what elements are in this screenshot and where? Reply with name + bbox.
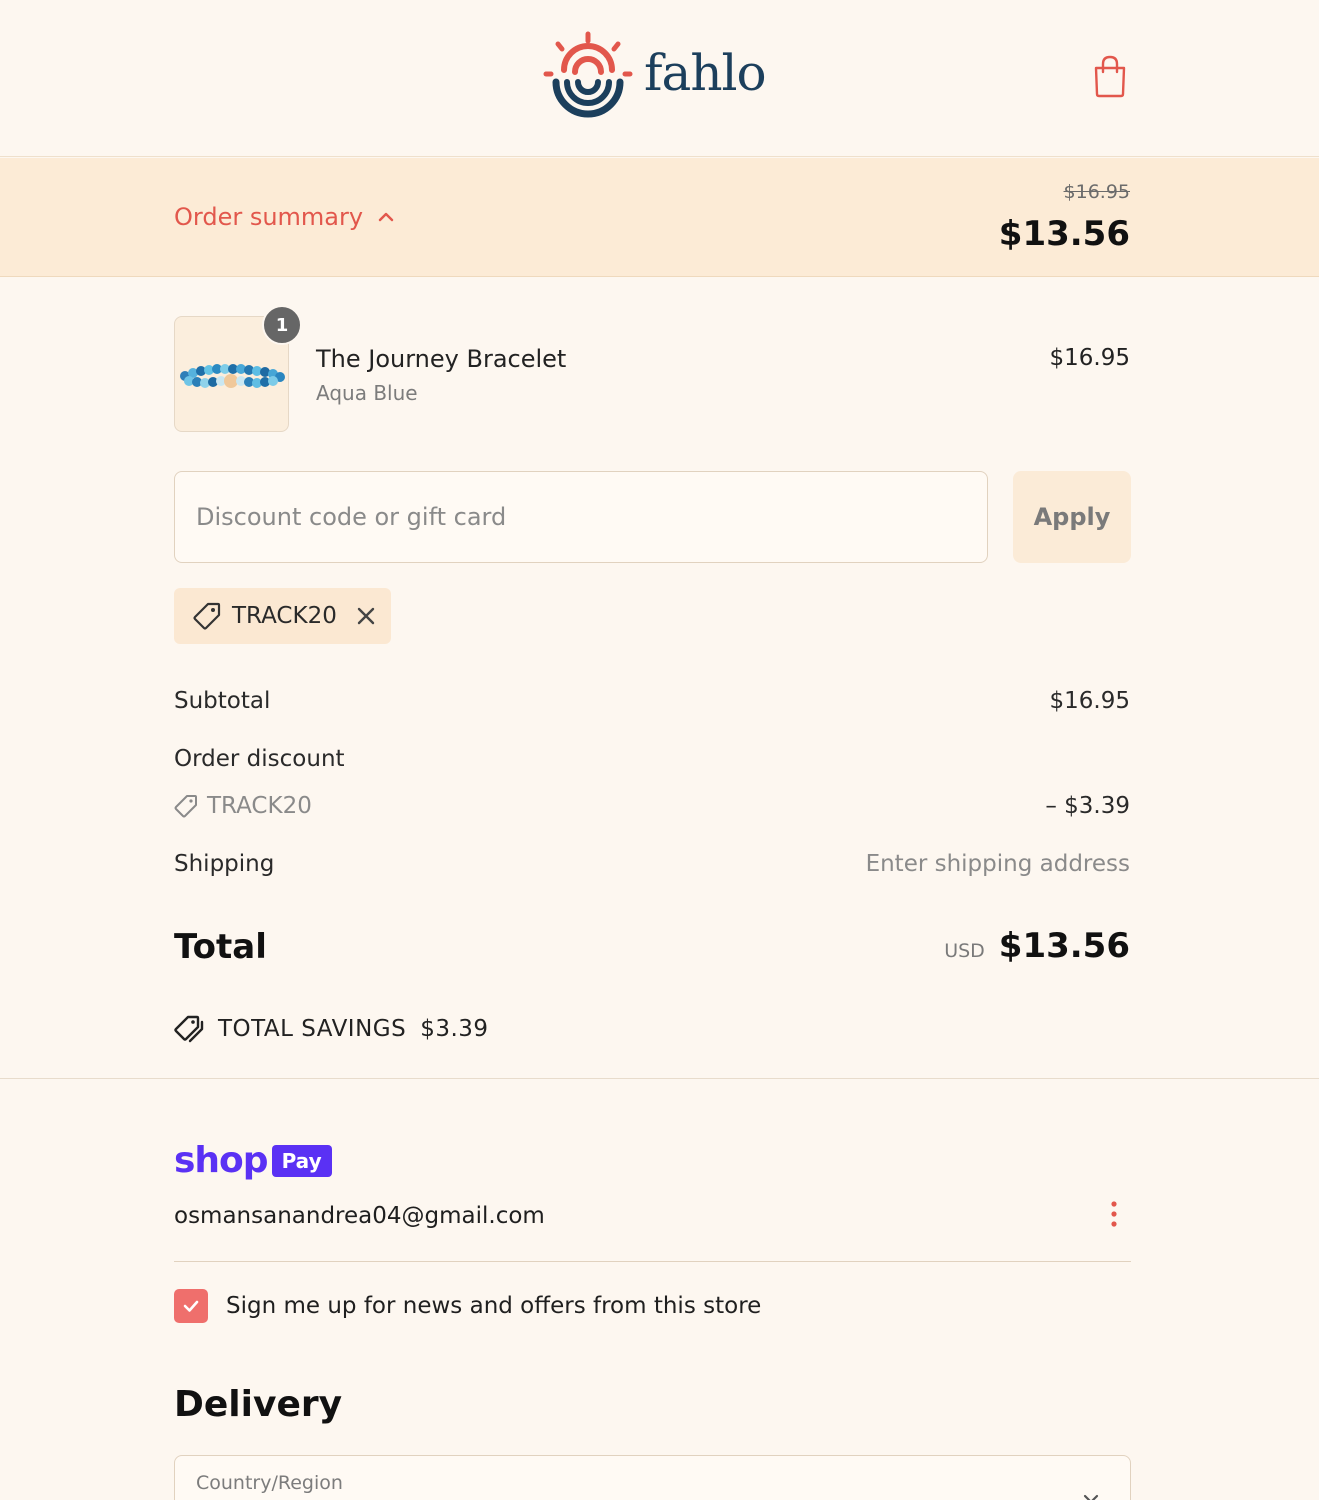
order-summary-label: Order summary [174, 203, 364, 231]
brand-logo[interactable]: fahlo [542, 30, 767, 122]
more-options-icon[interactable] [1103, 1198, 1125, 1230]
order-summary-bar: Order summary $16.95 $13.56 [0, 158, 1319, 277]
discounted-price: $13.56 [998, 214, 1130, 254]
tag-icon [193, 602, 221, 630]
quantity-badge: 1 [262, 305, 302, 345]
subtotal-value: $16.95 [1049, 688, 1130, 714]
total-amount: $13.56 [998, 926, 1130, 966]
currency-code: USD [944, 940, 985, 962]
country-region-select[interactable]: Country/Region [174, 1455, 1131, 1500]
sun-logo-icon [543, 31, 633, 118]
total-label: Total [174, 927, 267, 967]
order-discount-label: Order discount [174, 746, 345, 772]
tags-icon [174, 1015, 204, 1043]
shop-pay-pay-badge: Pay [271, 1144, 332, 1177]
newsletter-option[interactable]: Sign me up for news and offers from this… [174, 1289, 761, 1323]
checkmark-icon [183, 1300, 199, 1312]
discount-code-input[interactable] [174, 471, 988, 563]
product-price: $16.95 [1049, 345, 1130, 371]
cart-button[interactable] [1090, 54, 1130, 98]
order-discount-code: TRACK20 [174, 793, 312, 819]
total-amount-group: USD $13.56 [944, 926, 1130, 966]
chevron-down-icon [1083, 1494, 1099, 1500]
section-divider [0, 1078, 1319, 1079]
site-header: fahlo [0, 0, 1319, 157]
country-region-label: Country/Region [196, 1472, 343, 1494]
order-discount-code-text: TRACK20 [207, 793, 312, 819]
brand-name: fahlo [644, 44, 767, 102]
applied-discount-chip: TRACK20 [174, 588, 391, 644]
newsletter-checkbox[interactable] [174, 1289, 208, 1323]
savings-amount: $3.39 [420, 1016, 489, 1042]
savings-label: TOTAL SAVINGS [218, 1016, 407, 1042]
remove-code-icon[interactable] [355, 605, 377, 627]
newsletter-label: Sign me up for news and offers from this… [226, 1293, 762, 1319]
subtotal-label: Subtotal [174, 688, 271, 714]
shipping-label: Shipping [174, 851, 275, 877]
order-discount-value: – $3.39 [1045, 793, 1130, 819]
original-price: $16.95 [1063, 181, 1130, 203]
product-variant: Aqua Blue [316, 381, 418, 405]
email-divider [174, 1261, 1131, 1262]
order-summary-toggle[interactable]: Order summary [174, 203, 395, 231]
product-name: The Journey Bracelet [316, 345, 567, 373]
shopping-bag-icon [1094, 55, 1126, 98]
shop-pay-email: osmansanandrea04@gmail.com [174, 1203, 545, 1229]
shipping-value: Enter shipping address [865, 851, 1130, 877]
shop-pay-logo: shop Pay [174, 1140, 332, 1181]
total-savings: TOTAL SAVINGS $3.39 [174, 1014, 489, 1044]
chevron-up-icon [378, 212, 394, 222]
tag-icon [174, 795, 197, 818]
apply-discount-button[interactable]: Apply [1013, 471, 1131, 563]
shop-pay-shop-word: shop [174, 1140, 269, 1181]
applied-code-label: TRACK20 [232, 603, 337, 629]
delivery-heading: Delivery [174, 1384, 343, 1425]
